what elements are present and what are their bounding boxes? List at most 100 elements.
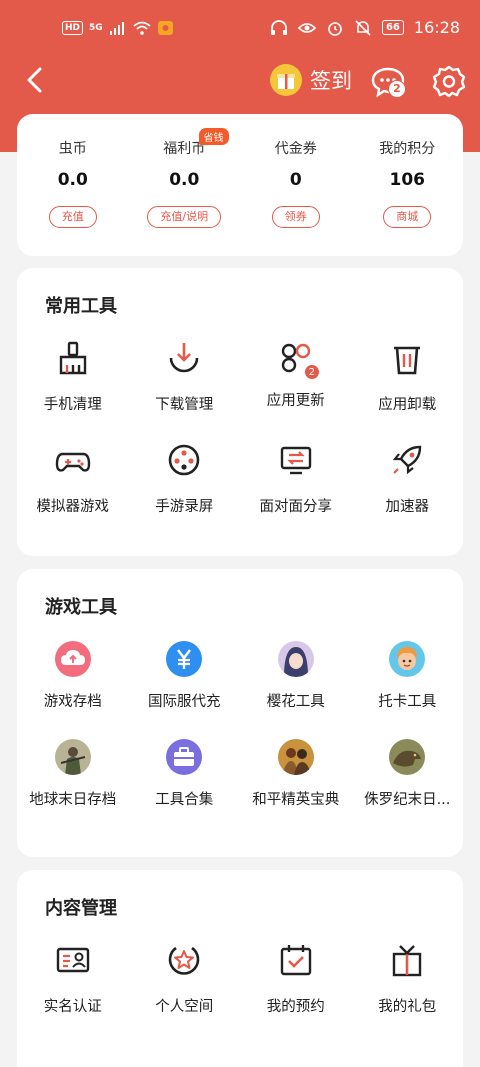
wallet-value: 0 — [289, 170, 302, 190]
back-arrow-icon[interactable] — [20, 64, 52, 96]
gamepad-icon — [55, 452, 90, 472]
tool-label: 加速器 — [385, 499, 430, 515]
tool-label: 个人空间 — [155, 999, 214, 1015]
tool-label: 面对面分享 — [259, 499, 333, 515]
tool-jurassic[interactable]: 侏罗纪末日... — [352, 739, 464, 809]
tool-toca[interactable]: 托卡工具 — [352, 641, 464, 711]
gear-icon[interactable] — [432, 64, 466, 98]
common-tools-card: 常用工具 手机清理 下载管理 2 应用更新 应用卸载 模拟器游戏 手游录屏 面对… — [17, 268, 463, 556]
tool-label: 应用更新 — [266, 393, 325, 409]
network-label: 5G — [89, 23, 103, 33]
tool-label: 我的礼包 — [378, 999, 437, 1015]
sign-in-label: 签到 — [310, 69, 352, 93]
wallet-item-voucher: 代金券 0 领券 — [240, 114, 352, 228]
content-management-card: 内容管理 实名认证 个人空间 我的预约 我的礼包 — [17, 870, 463, 1067]
id-card-icon — [56, 947, 89, 973]
tool-label: 应用卸载 — [378, 397, 437, 413]
tool-intl-recharge[interactable]: 国际服代充 — [129, 641, 241, 711]
tool-emulator-games[interactable]: 模拟器游戏 — [17, 442, 129, 516]
wallet-item-points: 我的积分 106 商城 — [352, 114, 464, 228]
tool-label: 手机清理 — [43, 397, 102, 413]
update-count-badge: 2 — [303, 364, 320, 380]
wallet-label: 我的积分 — [379, 141, 436, 157]
sign-in-button[interactable]: 签到 — [270, 64, 352, 96]
headphones-icon — [270, 19, 287, 35]
tool-game-save[interactable]: 游戏存档 — [17, 641, 129, 711]
tool-label: 托卡工具 — [378, 694, 437, 710]
tool-app-uninstall[interactable]: 应用卸载 — [352, 340, 464, 414]
gift-icon — [270, 64, 302, 96]
app-notification-icon — [157, 21, 173, 35]
wallet-item-chongbi: 虫币 0.0 充值 — [17, 114, 129, 228]
save-money-tag: 省钱 — [198, 128, 229, 145]
trash-icon — [394, 346, 421, 375]
wallet-value: 0.0 — [57, 170, 88, 190]
tool-app-update[interactable]: 2 应用更新 — [240, 340, 352, 414]
tool-my-gifts[interactable]: 我的礼包 — [352, 942, 464, 1016]
tool-personal-space[interactable]: 个人空间 — [129, 942, 241, 1016]
soldier-avatar-icon — [54, 739, 91, 775]
wallet-label: 代金券 — [274, 141, 317, 157]
tool-label: 下载管理 — [155, 397, 214, 413]
tool-screen-record[interactable]: 手游录屏 — [129, 442, 241, 516]
pubg-avatar-icon — [277, 739, 314, 775]
toolbox-icon — [166, 739, 203, 775]
tool-download-manager[interactable]: 下载管理 — [129, 340, 241, 414]
tool-reservations[interactable]: 我的预约 — [240, 942, 352, 1016]
tool-label: 地球末日存档 — [29, 792, 117, 808]
section-title: 常用工具 — [45, 296, 117, 317]
tool-accelerator[interactable]: 加速器 — [352, 442, 464, 516]
tool-label: 我的预约 — [266, 999, 325, 1015]
tool-real-name[interactable]: 实名认证 — [17, 942, 129, 1016]
section-title: 游戏工具 — [45, 597, 117, 618]
yuan-icon — [166, 641, 203, 677]
wifi-icon — [133, 21, 151, 35]
tool-sakura[interactable]: 樱花工具 — [240, 641, 352, 711]
share-screen-icon — [280, 446, 311, 475]
tool-last-day-earth[interactable]: 地球末日存档 — [17, 739, 129, 809]
mute-icon — [355, 19, 371, 36]
recharge-button[interactable]: 充值 — [48, 206, 97, 228]
clock: 16:28 — [413, 18, 460, 37]
tool-phone-clean[interactable]: 手机清理 — [17, 340, 129, 414]
tool-collection[interactable]: 工具合集 — [129, 739, 241, 809]
game-tools-card: 游戏工具 游戏存档 国际服代充 樱花工具 托卡工具 地球末日存档 工具合集 和平… — [17, 569, 463, 857]
tool-label: 游戏存档 — [43, 694, 102, 710]
tool-pubg-guide[interactable]: 和平精英宝典 — [240, 739, 352, 809]
wallet-item-fulibi: 省钱 福利币 0.0 充值/说明 — [129, 114, 241, 228]
film-reel-icon — [168, 444, 200, 476]
cloud-upload-icon — [54, 641, 91, 677]
eye-icon — [297, 22, 316, 33]
claim-voucher-button[interactable]: 领券 — [271, 206, 320, 228]
alarm-icon — [328, 21, 342, 36]
status-bar: HD 5G 66 16:28 — [0, 0, 480, 56]
tool-label: 实名认证 — [43, 999, 102, 1015]
tool-label: 手游录屏 — [155, 499, 214, 515]
gift-box-icon — [393, 945, 422, 977]
tool-label: 樱花工具 — [266, 694, 325, 710]
recharge-info-button[interactable]: 充值/说明 — [147, 206, 222, 228]
tool-face-share[interactable]: 面对面分享 — [240, 442, 352, 516]
tool-label: 工具合集 — [155, 792, 214, 808]
tool-label: 侏罗纪末日... — [364, 792, 451, 808]
battery-indicator: 66 — [381, 20, 404, 35]
tool-label: 国际服代充 — [148, 694, 221, 710]
download-icon — [169, 343, 199, 373]
apps-update-icon: 2 — [278, 340, 320, 380]
status-left: HD 5G — [62, 20, 175, 36]
wallet-value: 106 — [389, 170, 426, 190]
broom-icon — [59, 341, 86, 375]
rocket-icon — [392, 445, 422, 475]
mall-button[interactable]: 商城 — [383, 206, 432, 228]
anime-avatar-icon — [277, 641, 314, 677]
hd-indicator: HD — [62, 21, 84, 35]
toca-avatar-icon — [389, 641, 426, 677]
jurassic-avatar-icon — [389, 739, 426, 775]
star-circle-icon — [168, 946, 200, 975]
signal-icon — [109, 22, 124, 35]
tool-label: 和平精英宝典 — [252, 792, 340, 808]
wallet-label: 虫币 — [58, 141, 87, 157]
calendar-check-icon — [280, 945, 311, 976]
status-right: 66 16:28 — [270, 18, 460, 37]
wallet-value: 0.0 — [169, 170, 200, 190]
